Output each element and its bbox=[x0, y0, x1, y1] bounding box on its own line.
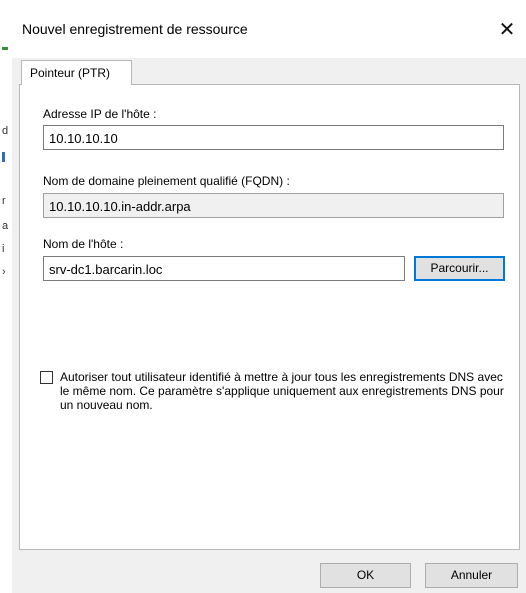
close-icon: ✕ bbox=[498, 19, 516, 41]
fqdn-field: 10.10.10.10.in-addr.arpa bbox=[43, 193, 504, 218]
allow-update-checkbox[interactable] bbox=[40, 371, 53, 384]
host-name-input[interactable]: srv-dc1.barcarin.loc bbox=[43, 256, 405, 281]
background-text-fragment: r bbox=[2, 195, 6, 207]
background-text-fragment: a bbox=[2, 220, 9, 232]
host-name-label: Nom de l'hôte : bbox=[43, 237, 124, 251]
tab-pointer-ptr[interactable]: Pointeur (PTR) bbox=[21, 60, 132, 85]
background-text-fragment: d bbox=[2, 125, 9, 137]
background-text-fragment: i bbox=[2, 243, 5, 255]
background-text-fragment: › bbox=[2, 266, 6, 278]
background-tree-line-icon bbox=[2, 47, 8, 50]
ok-button[interactable]: OK bbox=[320, 563, 411, 588]
title-bar: Nouvel enregistrement de ressource ✕ bbox=[12, 0, 526, 58]
ip-address-input[interactable]: 10.10.10.10 bbox=[43, 125, 504, 150]
fqdn-label: Nom de domaine pleinement qualifié (FQDN… bbox=[43, 174, 290, 188]
browse-button[interactable]: Parcourir... bbox=[414, 256, 505, 281]
allow-update-text: Autoriser tout utilisateur identifié à m… bbox=[60, 370, 504, 412]
cancel-button[interactable]: Annuler bbox=[425, 563, 518, 588]
ip-address-label: Adresse IP de l'hôte : bbox=[43, 107, 157, 121]
tab-label: Pointeur (PTR) bbox=[30, 66, 111, 80]
tab-panel: Adresse IP de l'hôte : 10.10.10.10 Nom d… bbox=[19, 84, 520, 550]
background-selection-icon bbox=[2, 152, 5, 162]
dialog-title: Nouvel enregistrement de ressource bbox=[22, 21, 248, 37]
resource-record-dialog: Nouvel enregistrement de ressource ✕ Poi… bbox=[12, 0, 526, 593]
close-button[interactable]: ✕ bbox=[492, 15, 522, 45]
